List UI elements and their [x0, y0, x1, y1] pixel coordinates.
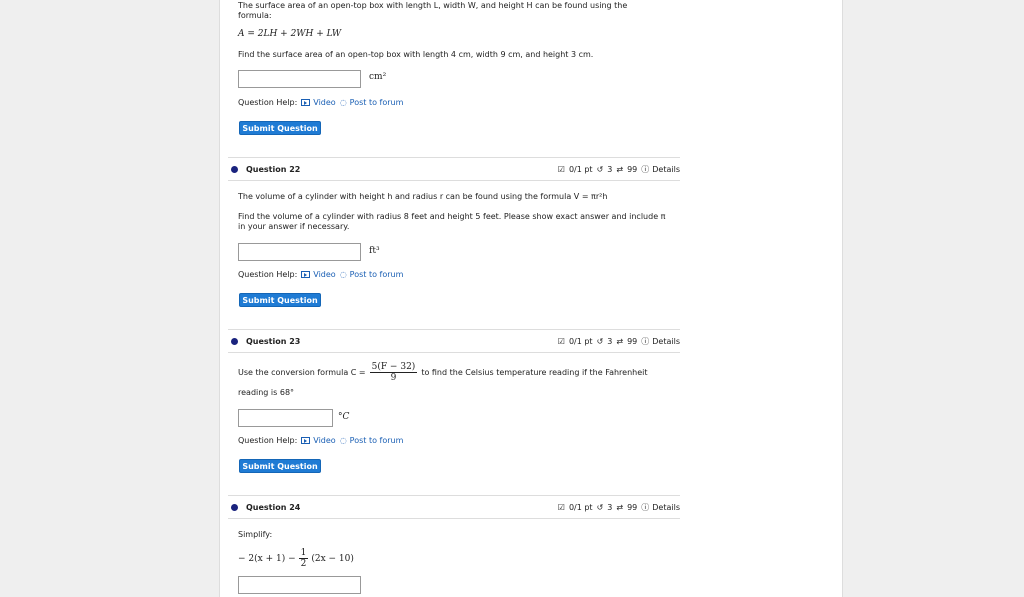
- q21-intro: The surface area of an open-top box with…: [238, 1, 658, 21]
- video-icon: [301, 437, 311, 444]
- q23-meta: ☑ 0/1 pt ↺ 3 ⇄ 99 ⓘ Details: [558, 336, 680, 347]
- retry-icon: ⇄: [616, 336, 624, 346]
- q23-post: to find the Celsius temperature reading …: [421, 367, 648, 377]
- checkbox-icon: ☑: [557, 502, 565, 512]
- q21-video-label: Video: [313, 98, 336, 107]
- q22-answer-input[interactable]: [238, 243, 361, 261]
- q22-video-link[interactable]: Video: [301, 270, 336, 279]
- q22-question-help: Question Help: Video ◌ Post to forum: [238, 270, 403, 279]
- q21-prompt: Find the surface area of an open-top box…: [238, 50, 594, 59]
- info-icon: ⓘ: [641, 336, 650, 346]
- q23-forum-label: Post to forum: [349, 436, 404, 445]
- info-icon: ⓘ: [641, 164, 650, 174]
- q24-expr-pre: − 2(x + 1) −: [238, 553, 296, 564]
- info-icon: ⓘ: [641, 502, 650, 512]
- q24-expr-post: (2x − 10): [311, 553, 354, 564]
- q23-score: 0/1 pt: [568, 336, 593, 346]
- q23-prompt: Use the conversion formula C = 5(F − 32)…: [238, 362, 648, 383]
- q21-intro-line1: The surface area of an open-top box with…: [238, 1, 628, 10]
- q24-answer-input[interactable]: [238, 576, 361, 594]
- q23-frac-num: 5(F − 32): [369, 362, 418, 373]
- q24-details-link[interactable]: ⓘ Details: [641, 502, 680, 513]
- q22-line2: Find the volume of a cylinder with radiu…: [238, 212, 666, 221]
- q22-help-label: Question Help:: [238, 270, 298, 279]
- q21-intro-line2: formula:: [238, 11, 272, 20]
- q23-details-label: Details: [652, 336, 680, 346]
- q24-meta: ☑ 0/1 pt ↺ 3 ⇄ 99 ⓘ Details: [558, 502, 680, 513]
- q22-forum-label: Post to forum: [349, 270, 404, 279]
- q22-retries: 99: [627, 164, 638, 174]
- q22-line3: in your answer if necessary.: [238, 222, 350, 231]
- q22-score: 0/1 pt: [568, 164, 593, 174]
- q22-tries: 3: [607, 164, 613, 174]
- q23-status-dot: [231, 337, 238, 345]
- q21-formula: A = 2LH + 2WH + LW: [238, 29, 342, 39]
- chat-bubble-icon: ◌: [339, 436, 347, 445]
- q22-unit: ft³: [369, 246, 380, 256]
- q21-forum-link[interactable]: ◌ Post to forum: [340, 98, 404, 107]
- chat-bubble-icon: ◌: [339, 270, 347, 279]
- q23-pre: Use the conversion formula C =: [238, 367, 366, 377]
- checkbox-icon: ☑: [557, 336, 565, 346]
- q22-header: Question 22 ☑ 0/1 pt ↺ 3 ⇄ 99 ⓘ Details: [228, 157, 680, 181]
- chat-bubble-icon: ◌: [339, 98, 347, 107]
- q23-retries: 99: [627, 336, 638, 346]
- q24-details-label: Details: [652, 502, 680, 512]
- q24-score: 0/1 pt: [568, 502, 593, 512]
- q22-video-label: Video: [313, 270, 336, 279]
- q21-question-help: Question Help: Video ◌ Post to forum: [238, 98, 403, 107]
- q23-help-label: Question Help:: [238, 436, 298, 445]
- q22-details-link[interactable]: ⓘ Details: [641, 164, 680, 175]
- checkbox-icon: ☑: [557, 164, 565, 174]
- q23-tries: 3: [607, 336, 613, 346]
- q22-details-label: Details: [652, 164, 680, 174]
- q24-header: Question 24 ☑ 0/1 pt ↺ 3 ⇄ 99 ⓘ Details: [228, 495, 680, 519]
- q21-video-link[interactable]: Video: [301, 98, 336, 107]
- q23-forum-link[interactable]: ◌ Post to forum: [340, 436, 404, 445]
- q22-status-dot: [231, 165, 238, 173]
- q23-title: Question 23: [246, 336, 301, 346]
- q24-title: Question 24: [246, 502, 301, 512]
- video-icon: [301, 271, 311, 278]
- q22-line1: The volume of a cylinder with height h a…: [238, 192, 608, 201]
- q24-expression: − 2(x + 1) − 1 2 (2x − 10): [238, 548, 354, 569]
- q23-header: Question 23 ☑ 0/1 pt ↺ 3 ⇄ 99 ⓘ Details: [228, 329, 680, 353]
- q21-help-label: Question Help:: [238, 98, 298, 107]
- q23-frac-den: 9: [390, 373, 397, 383]
- q23-details-link[interactable]: ⓘ Details: [641, 336, 680, 347]
- q23-submit-button[interactable]: Submit Question: [239, 459, 321, 473]
- question-page: The surface area of an open-top box with…: [219, 0, 843, 597]
- q23-fraction: 5(F − 32) 9: [369, 362, 418, 383]
- q23-video-label: Video: [313, 436, 336, 445]
- undo-icon: ↺: [596, 336, 604, 346]
- q24-frac-num: 1: [298, 548, 309, 559]
- q23-question-help: Question Help: Video ◌ Post to forum: [238, 436, 403, 445]
- q24-label: Simplify:: [238, 530, 273, 539]
- retry-icon: ⇄: [616, 164, 624, 174]
- q22-prompt: Find the volume of a cylinder with radiu…: [238, 212, 678, 232]
- q21-forum-label: Post to forum: [349, 98, 404, 107]
- q24-frac-den: 2: [300, 559, 307, 569]
- q24-tries: 3: [607, 502, 613, 512]
- q23-answer-input[interactable]: [238, 409, 333, 427]
- q23-video-link[interactable]: Video: [301, 436, 336, 445]
- undo-icon: ↺: [596, 502, 604, 512]
- q22-forum-link[interactable]: ◌ Post to forum: [340, 270, 404, 279]
- q22-meta: ☑ 0/1 pt ↺ 3 ⇄ 99 ⓘ Details: [558, 164, 680, 175]
- q21-submit-button[interactable]: Submit Question: [239, 121, 321, 135]
- retry-icon: ⇄: [616, 502, 624, 512]
- q24-retries: 99: [627, 502, 638, 512]
- q23-unit: °C: [338, 412, 350, 422]
- q24-fraction: 1 2: [298, 548, 309, 569]
- q24-status-dot: [231, 503, 238, 511]
- q21-unit: cm²: [369, 72, 387, 82]
- q23-line2: reading is 68°: [238, 388, 295, 397]
- video-icon: [301, 99, 311, 106]
- undo-icon: ↺: [596, 164, 604, 174]
- q21-answer-input[interactable]: [238, 70, 361, 88]
- q22-submit-button[interactable]: Submit Question: [239, 293, 321, 307]
- q22-title: Question 22: [246, 164, 301, 174]
